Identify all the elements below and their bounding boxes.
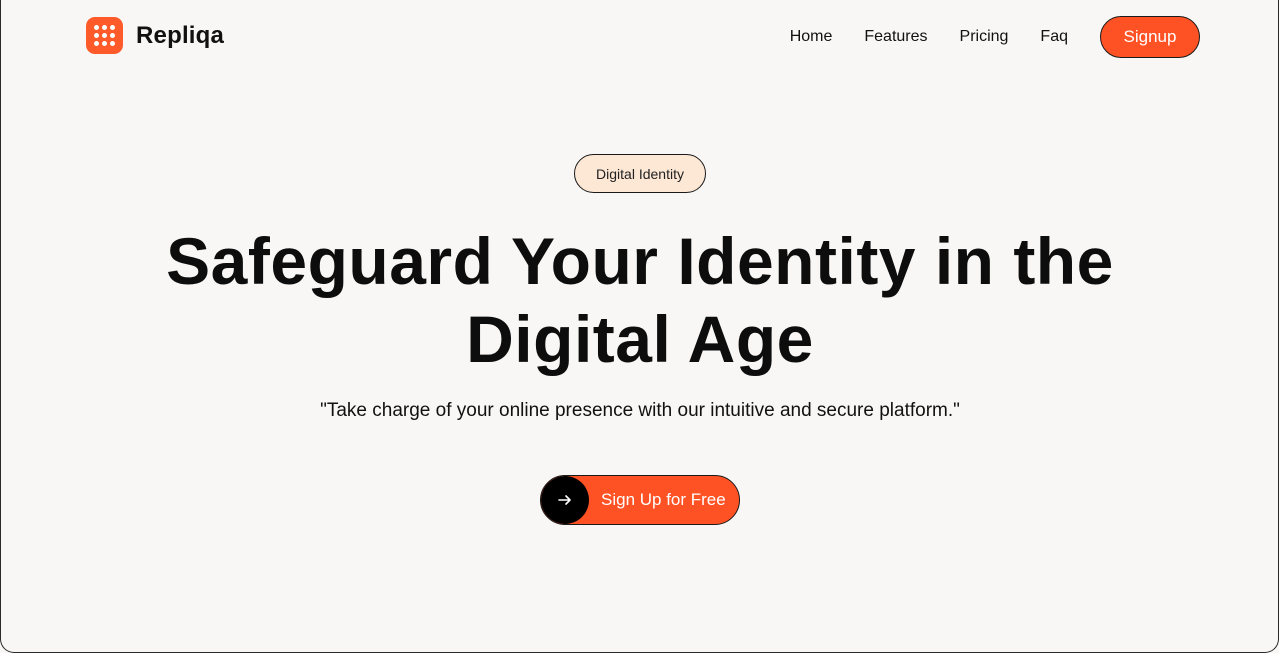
nav-link-pricing[interactable]: Pricing bbox=[960, 28, 1009, 46]
signup-free-button[interactable]: Sign Up for Free bbox=[540, 475, 740, 525]
arrow-right-icon bbox=[541, 476, 589, 524]
brand-logo-link[interactable]: Repliqa bbox=[86, 17, 224, 54]
hero-title: Safeguard Your Identity in the Digital A… bbox=[140, 222, 1140, 378]
hero-badge: Digital Identity bbox=[574, 154, 706, 193]
signup-button[interactable]: Signup bbox=[1100, 16, 1200, 58]
hero-subtitle: "Take charge of your online presence wit… bbox=[320, 400, 960, 421]
signup-free-label: Sign Up for Free bbox=[601, 490, 726, 509]
hero-title-line-2: Digital Age bbox=[466, 302, 814, 376]
hero-title-line-1: Safeguard Your Identity in the bbox=[166, 224, 1114, 298]
site-header: Repliqa Home Features Pricing Faq Signup bbox=[0, 0, 1279, 74]
logo-icon bbox=[86, 17, 123, 54]
nav-link-faq[interactable]: Faq bbox=[1040, 28, 1068, 46]
nav-link-home[interactable]: Home bbox=[790, 28, 833, 46]
main-nav: Home Features Pricing Faq Signup bbox=[790, 16, 1200, 58]
nav-link-features[interactable]: Features bbox=[864, 28, 927, 46]
brand-name: Repliqa bbox=[136, 21, 225, 49]
